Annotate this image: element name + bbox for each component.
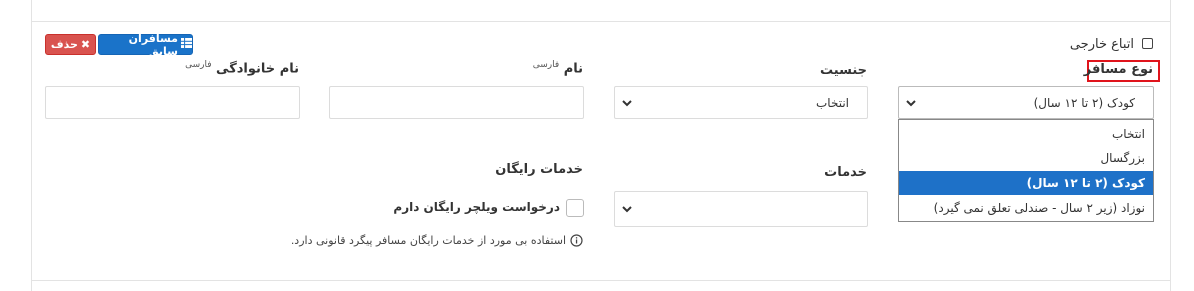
last-name-label-text: نام خانوادگی [216,61,299,77]
previous-passengers-button[interactable]: مسافران سابق [98,31,193,58]
first-name-input[interactable] [329,86,584,119]
passenger-type-option-selected[interactable]: کودک (۲ تا ۱۲ سال) [899,171,1153,195]
services-select[interactable] [614,191,868,227]
bottom-divider [31,280,1171,281]
passenger-type-select[interactable]: کودک (۲ تا ۱۲ سال) [898,86,1154,119]
chevron-down-icon [906,99,916,106]
services-label: خدمات [824,165,867,180]
wheelchair-checkbox[interactable] [566,199,584,217]
free-services-label: خدمات رایگان [495,162,583,177]
top-divider [31,21,1171,22]
gender-label: جنسیت [820,63,867,78]
first-name-label: نام فارسی [533,60,583,76]
free-services-info-text: استفاده بی مورد از خدمات رایگان مسافر پی… [290,234,566,247]
passenger-type-label: نوع مسافر [1083,62,1153,77]
gender-select[interactable]: انتخاب [614,86,868,119]
gender-value: انتخاب [816,95,849,110]
wheelchair-label: درخواست ویلچر رایگان دارم [393,200,560,214]
passenger-type-dropdown: انتخاب بزرگسال کودک (۲ تا ۱۲ سال) نوزاد … [898,119,1154,222]
delete-button[interactable]: ✖ حذف [45,34,96,55]
passenger-type-value: کودک (۲ تا ۱۲ سال) [1033,95,1135,110]
delete-button-label: حذف [50,38,78,51]
table-icon [181,38,192,51]
chevron-down-icon [622,99,632,106]
last-name-input[interactable] [45,86,300,119]
close-icon: ✖ [80,38,91,51]
first-name-label-text: نام [563,61,583,77]
passenger-type-option[interactable]: بزرگسال [899,146,1153,170]
chevron-down-icon [622,206,632,213]
passenger-type-option[interactable]: نوزاد (زیر ۲ سال - صندلی تعلق نمی گیرد) [899,196,1153,220]
last-name-hint: فارسی [185,60,212,70]
free-services-info: استفاده بی مورد از خدمات رایگان مسافر پی… [291,234,583,247]
first-name-hint: فارسی [532,60,560,70]
foreign-nationals-checkbox[interactable] [1142,38,1153,49]
foreign-nationals-label: اتباع خارجی [1069,37,1134,52]
previous-passengers-label: مسافران سابق [128,31,178,58]
info-icon [570,234,583,247]
passenger-type-option[interactable]: انتخاب [899,122,1153,146]
last-name-label: نام خانوادگی فارسی [185,60,299,76]
